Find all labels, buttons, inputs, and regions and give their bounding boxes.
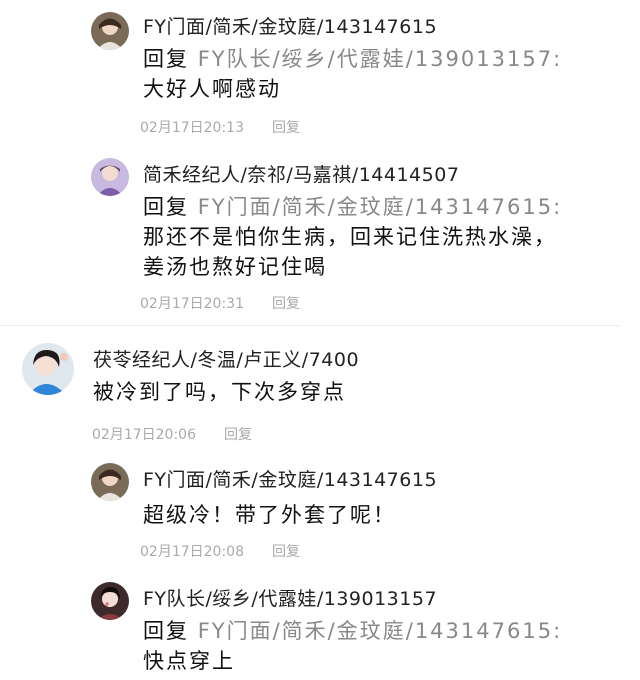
comment-text: 回复 FY队长/绥乡/代露娃/139013157: 大好人啊感动 [143, 44, 573, 104]
comment-message: 超级冷！带了外套了呢！ [143, 503, 396, 527]
comment-message: 被冷到了吗，下次多穿点 [93, 380, 346, 404]
timestamp: 02月17日20:08 [140, 544, 244, 560]
reply-button[interactable]: 回复 [224, 427, 252, 443]
comment-text: 被冷到了吗，下次多穿点 [93, 377, 573, 407]
reply-prefix: 回复 [143, 47, 198, 71]
comment-text: 回复 FY门面/简禾/金玟庭/143147615: 那还不是怕你生病，回来记住洗… [143, 192, 573, 282]
comment-message: 快点穿上 [143, 649, 235, 673]
comment-author[interactable]: 简禾经纪人/奈祁/马嘉祺/14414507 [143, 160, 459, 187]
divider [0, 325, 620, 326]
reply-target[interactable]: FY队长/绥乡/代露娃/139013157: [198, 47, 562, 71]
comment-meta: 02月17日20:13 回复 [140, 117, 300, 137]
reply-target[interactable]: FY门面/简禾/金玟庭/143147615: [198, 195, 562, 219]
reply-prefix: 回复 [143, 619, 198, 643]
timestamp: 02月17日20:06 [92, 427, 196, 443]
comment-meta: 02月17日20:06 回复 [92, 424, 252, 444]
avatar[interactable] [22, 343, 74, 395]
comment-message: 那还不是怕你生病，回来记住洗热水澡，姜汤也熬好记住喝 [143, 225, 557, 279]
reply-target[interactable]: FY门面/简禾/金玟庭/143147615: [198, 619, 562, 643]
comment-meta: 02月17日20:31 回复 [140, 293, 300, 313]
comment-author[interactable]: 茯苓经纪人/冬温/卢正义/7400 [93, 345, 359, 372]
reply-button[interactable]: 回复 [272, 544, 300, 560]
avatar[interactable] [91, 582, 129, 620]
comment-author[interactable]: FY门面/简禾/金玟庭/143147615 [143, 12, 437, 39]
timestamp: 02月17日20:13 [140, 120, 244, 136]
comment-message: 大好人啊感动 [143, 77, 281, 101]
comment-meta: 02月17日20:08 回复 [140, 541, 300, 561]
comment-author[interactable]: FY门面/简禾/金玟庭/143147615 [143, 465, 437, 492]
comment-text: 回复 FY门面/简禾/金玟庭/143147615: 快点穿上 [143, 616, 573, 676]
avatar[interactable] [91, 463, 129, 501]
reply-prefix: 回复 [143, 195, 198, 219]
reply-button[interactable]: 回复 [272, 296, 300, 312]
timestamp: 02月17日20:31 [140, 296, 244, 312]
avatar[interactable] [91, 12, 129, 50]
comment-text: 超级冷！带了外套了呢！ [143, 500, 573, 530]
avatar[interactable] [91, 158, 129, 196]
reply-button[interactable]: 回复 [272, 120, 300, 136]
comment-author[interactable]: FY队长/绥乡/代露娃/139013157 [143, 584, 437, 611]
